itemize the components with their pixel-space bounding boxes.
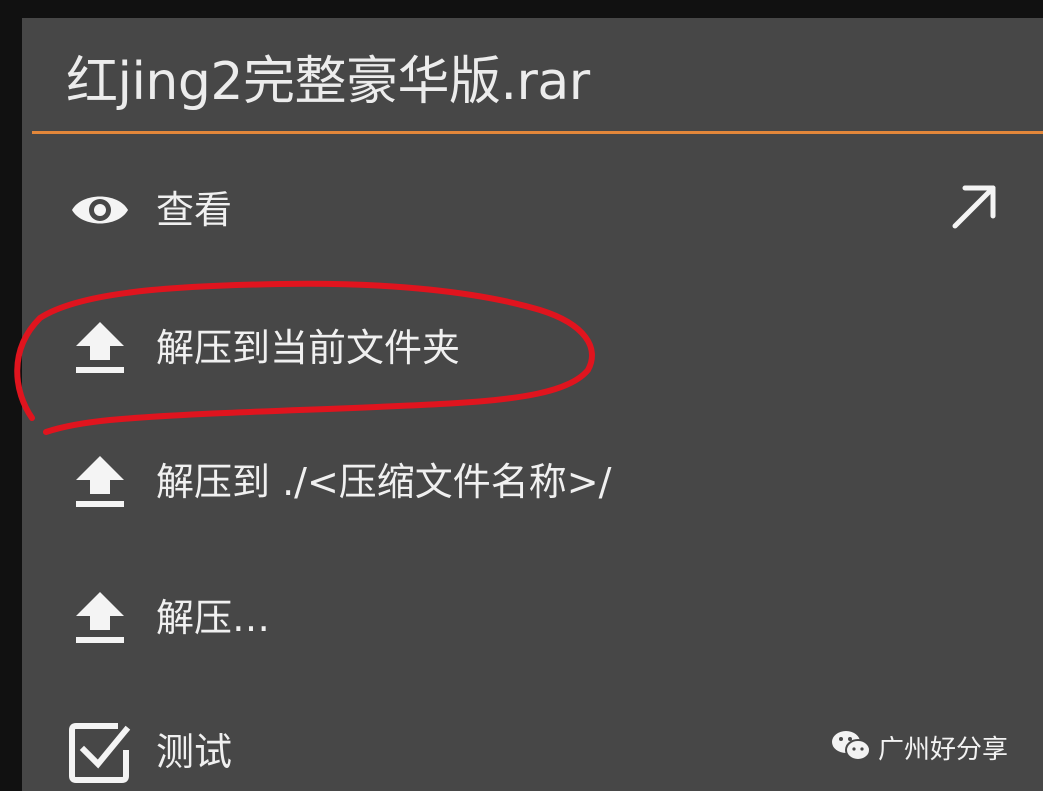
menu-item-extract-dialog[interactable]: 解压…	[22, 562, 1043, 672]
menu-item-label: 解压到 ./<压缩文件名称>/	[156, 460, 612, 504]
eye-icon	[72, 196, 128, 224]
menu-item-label: 解压到当前文件夹	[156, 326, 461, 370]
menu-item-label: 查看	[156, 188, 233, 232]
watermark-text: 广州好分享	[878, 735, 1009, 765]
dialog-title: 红jing2完整豪华版.rar	[66, 52, 590, 112]
archive-context-dialog: 红jing2完整豪华版.rar 查看 解压到当前文件夹 解压到 ./<压缩文件名…	[22, 18, 1043, 791]
upload-icon	[76, 322, 124, 373]
upload-icon	[76, 456, 124, 507]
title-divider	[32, 131, 1043, 134]
menu-item-extract-to-folder[interactable]: 解压到 ./<压缩文件名称>/	[22, 426, 1043, 536]
arrow-up-right-icon[interactable]	[947, 178, 1003, 234]
menu-item-label: 测试	[156, 730, 233, 774]
menu-item-view[interactable]: 查看	[22, 154, 1043, 264]
watermark: 广州好分享	[830, 726, 1020, 766]
upload-icon	[76, 592, 124, 643]
menu-item-label: 解压…	[156, 596, 271, 640]
checkbox-checked-icon	[69, 723, 131, 783]
wechat-icon	[832, 731, 871, 761]
menu-item-extract-here[interactable]: 解压到当前文件夹	[22, 292, 1043, 402]
